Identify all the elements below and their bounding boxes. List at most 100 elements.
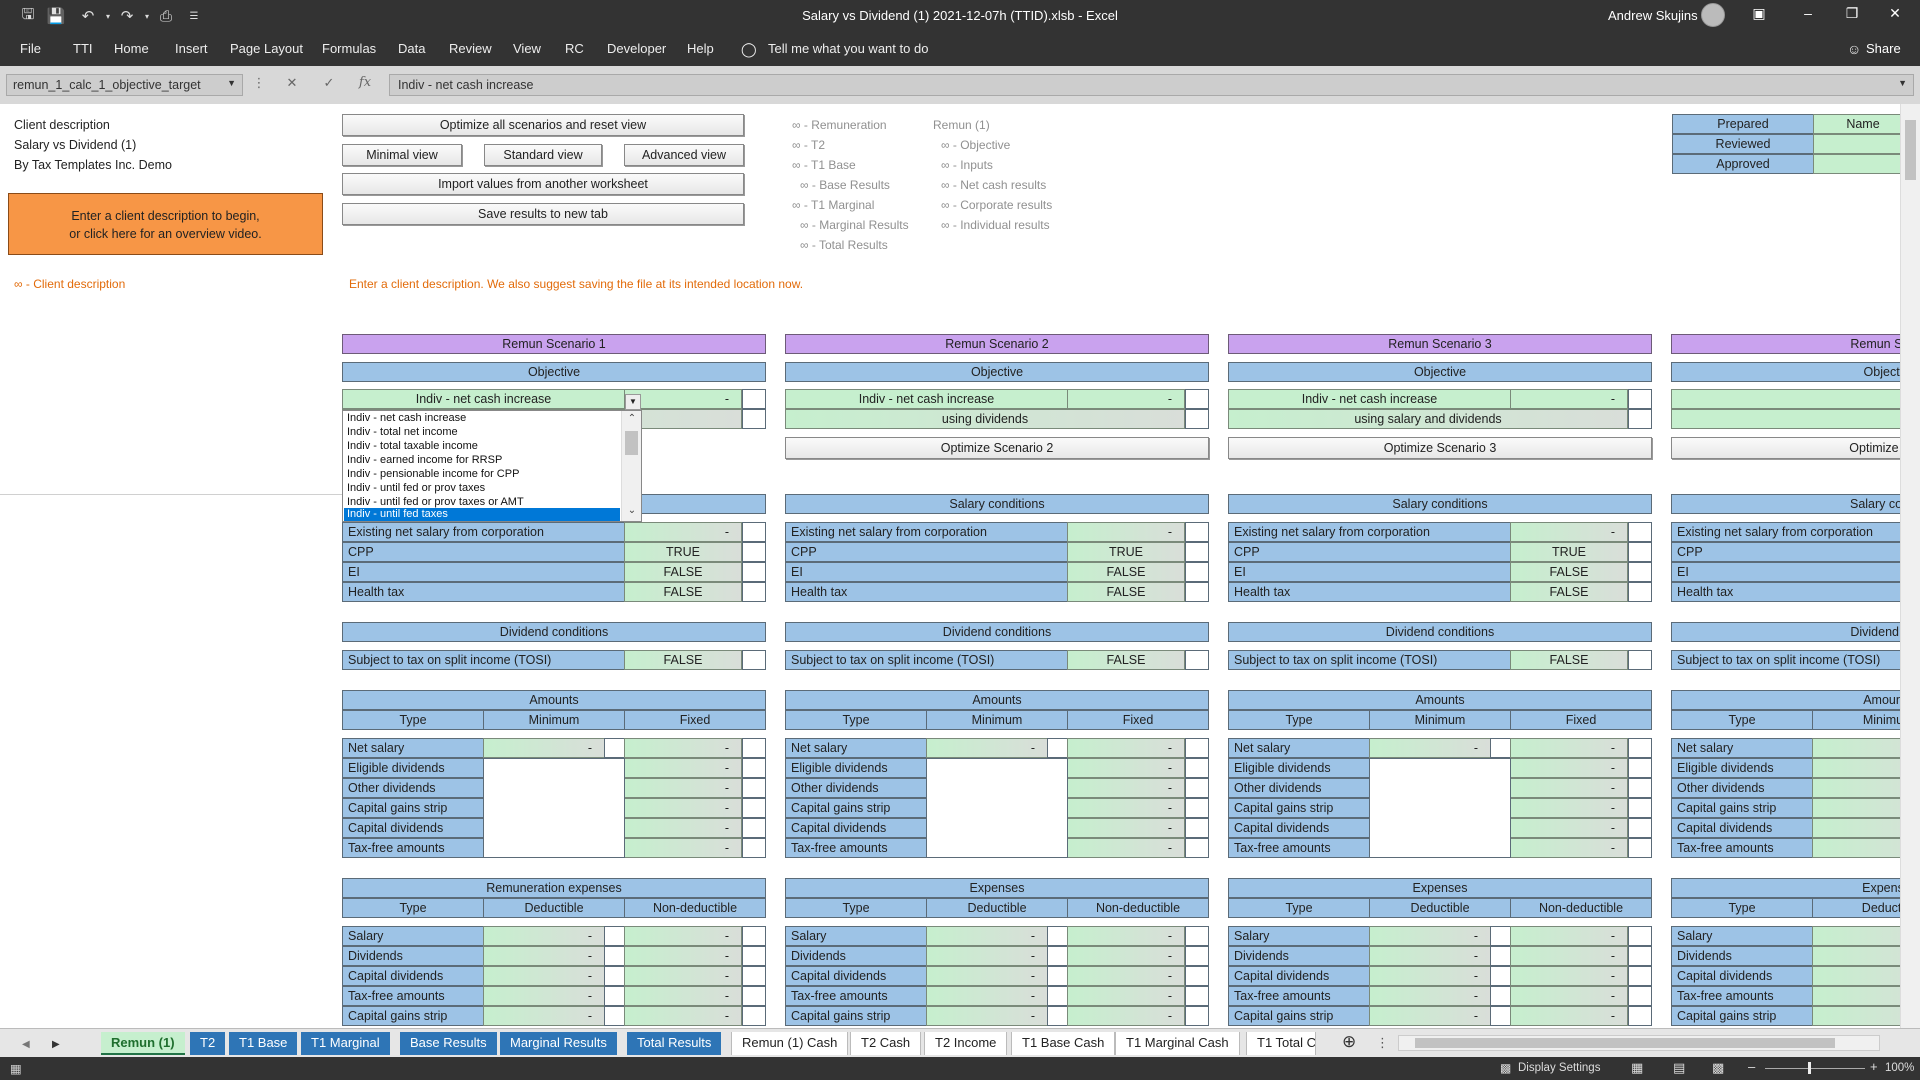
nav-link-corporate[interactable]: ∞ - Corporate results [941, 198, 1052, 212]
sheet-tab-t1-marginal[interactable]: T1 Marginal [301, 1032, 390, 1055]
standard-view-button[interactable]: Standard view [484, 144, 602, 166]
scenario-3-salary-row-value[interactable]: - [1510, 522, 1628, 542]
expense-deductible-value[interactable] [1812, 986, 1900, 1006]
amount-fixed-value[interactable]: - [1067, 778, 1185, 798]
macro-record-icon[interactable]: ▦ [10, 1061, 22, 1076]
sheet-tab-remun-1-cash[interactable]: Remun (1) Cash [731, 1032, 849, 1055]
print-preview-icon[interactable]: ⎙ [156, 7, 176, 25]
scenario-2-salary-row-value[interactable]: TRUE [1067, 542, 1185, 562]
chevron-up-icon[interactable]: ⌃ [622, 413, 641, 424]
scenario-3-salary-row-value[interactable]: FALSE [1510, 562, 1628, 582]
customize-toolbar-icon[interactable]: ☰ [184, 7, 204, 25]
amount-minimum-value[interactable] [1812, 778, 1900, 798]
scenario-2-objective-target-value[interactable]: - [1067, 389, 1185, 409]
dropdown-option[interactable]: Indiv - net cash increase [344, 412, 620, 426]
amount-minimum-value[interactable]: - [483, 738, 605, 758]
tell-me-search[interactable]: Tell me what you want to do [768, 41, 928, 56]
amount-fixed-value[interactable]: - [624, 798, 742, 818]
expense-nondeductible-value[interactable]: - [624, 1006, 742, 1026]
amount-minimum-value[interactable]: - [926, 738, 1048, 758]
amount-fixed-value[interactable]: - [1510, 798, 1628, 818]
scenario-1-salary-row-value[interactable]: FALSE [624, 562, 742, 582]
scenario-2-tosi-value[interactable]: FALSE [1067, 650, 1185, 670]
user-name[interactable]: Andrew Skujins [1608, 8, 1698, 23]
amount-fixed-value[interactable]: - [1067, 738, 1185, 758]
cancel-entry-icon[interactable]: ✕ [281, 75, 303, 91]
expense-deductible-value[interactable]: - [483, 946, 605, 966]
amount-minimum-value[interactable]: - [1369, 738, 1491, 758]
expense-deductible-value[interactable]: - [1369, 926, 1491, 946]
scenario-3-objective-target-value[interactable]: - [1510, 389, 1628, 409]
advanced-view-button[interactable]: Advanced view [624, 144, 744, 166]
save-as-icon[interactable]: 💾 [46, 7, 66, 25]
page-break-view-icon[interactable]: ▩ [1712, 1060, 1724, 1076]
scrollbar-thumb[interactable] [625, 431, 638, 455]
scenario-1-salary-row-value[interactable]: TRUE [624, 542, 742, 562]
avatar[interactable] [1701, 3, 1725, 27]
amount-fixed-value[interactable]: - [1510, 738, 1628, 758]
scroll-tabs-right-icon[interactable]: ▶ [52, 1034, 60, 1057]
minimize-icon[interactable]: – [1793, 5, 1823, 27]
name-box[interactable]: remun_1_calc_1_objective_target ▼ [6, 74, 243, 96]
expense-nondeductible-value[interactable]: - [1067, 966, 1185, 986]
amount-fixed-value[interactable]: - [1510, 818, 1628, 838]
amount-fixed-value[interactable]: - [624, 838, 742, 858]
new-sheet-icon[interactable]: ⊕ [1342, 1031, 1356, 1054]
tab-tti[interactable]: TTI [73, 41, 93, 56]
chevron-down-icon[interactable]: ▼ [625, 394, 641, 410]
scrollbar-thumb[interactable] [1905, 120, 1916, 180]
sheet-tab-t1-base[interactable]: T1 Base [229, 1032, 298, 1055]
display-settings-button[interactable]: Display Settings [1518, 1062, 1600, 1074]
amount-fixed-value[interactable]: - [624, 778, 742, 798]
expense-deductible-value[interactable]: - [1369, 946, 1491, 966]
close-icon[interactable]: ✕ [1880, 5, 1910, 27]
nav-link-marginal-results[interactable]: ∞ - Marginal Results [800, 218, 909, 232]
expense-nondeductible-value[interactable]: - [1510, 1006, 1628, 1026]
amount-fixed-value[interactable]: - [1510, 758, 1628, 778]
scenario-3-tosi-value[interactable]: FALSE [1510, 650, 1628, 670]
minimal-view-button[interactable]: Minimal view [342, 144, 462, 166]
dropdown-option[interactable]: Indiv - total taxable income [344, 440, 620, 454]
scenario-2-salary-row-value[interactable]: - [1067, 522, 1185, 542]
reviewed-name[interactable] [1813, 134, 1900, 154]
redo-dropdown-icon[interactable]: ▾ [137, 7, 157, 25]
scenario-1-objective-target-value[interactable]: - [624, 389, 742, 409]
undo-icon[interactable]: ↶ [78, 7, 98, 25]
sheet-tab-base-results[interactable]: Base Results [400, 1032, 497, 1055]
expense-deductible-value[interactable]: - [483, 1006, 605, 1026]
scenario-4-optimize-button[interactable]: Optimize Sc [1671, 437, 1900, 459]
expense-nondeductible-value[interactable]: - [624, 966, 742, 986]
confirm-entry-icon[interactable]: ✓ [318, 75, 340, 91]
zoom-slider-handle[interactable] [1808, 1062, 1811, 1074]
sheet-tab-t2-income[interactable]: T2 Income [924, 1032, 1008, 1055]
expense-nondeductible-value[interactable]: - [624, 986, 742, 1006]
scenario-1-objective-select[interactable]: Indiv - net cash increase [342, 389, 625, 409]
amount-fixed-value[interactable]: - [1067, 838, 1185, 858]
restore-icon[interactable]: ❐ [1837, 5, 1867, 27]
expense-deductible-value[interactable] [1812, 1006, 1900, 1026]
zoom-level[interactable]: 100% [1885, 1062, 1914, 1074]
amount-minimum-value[interactable] [1812, 738, 1900, 758]
tab-page-layout[interactable]: Page Layout [230, 41, 303, 56]
tab-help[interactable]: Help [687, 41, 714, 56]
scroll-tabs-left-icon[interactable]: ◀ [22, 1034, 30, 1057]
expense-nondeductible-value[interactable]: - [1510, 946, 1628, 966]
nav-link-inputs[interactable]: ∞ - Inputs [941, 158, 993, 172]
sheet-tab-t2-cash[interactable]: T2 Cash [850, 1032, 922, 1055]
approved-name[interactable] [1813, 154, 1900, 174]
page-layout-view-icon[interactable]: ▤ [1673, 1060, 1685, 1076]
expense-deductible-value[interactable]: - [1369, 986, 1491, 1006]
sheet-tab-remun-1[interactable]: Remun (1) [101, 1032, 185, 1055]
amount-fixed-value[interactable]: - [1067, 798, 1185, 818]
scenario-2-using-select[interactable]: using dividends [785, 409, 1185, 429]
expense-nondeductible-value[interactable]: - [1067, 986, 1185, 1006]
import-values-button[interactable]: Import values from another worksheet [342, 173, 744, 195]
scenario-4-using-select[interactable] [1671, 409, 1900, 429]
sheet-tab-marginal-results[interactable]: Marginal Results [500, 1032, 617, 1055]
scenario-3-objective-select[interactable]: Indiv - net cash increase [1228, 389, 1511, 409]
client-description-link[interactable]: ∞ - Client description [14, 277, 125, 291]
expense-nondeductible-value[interactable]: - [1510, 926, 1628, 946]
expense-deductible-value[interactable]: - [1369, 966, 1491, 986]
sheet-tab-total-results[interactable]: Total Results [627, 1032, 722, 1055]
zoom-out-icon[interactable]: – [1748, 1059, 1755, 1074]
